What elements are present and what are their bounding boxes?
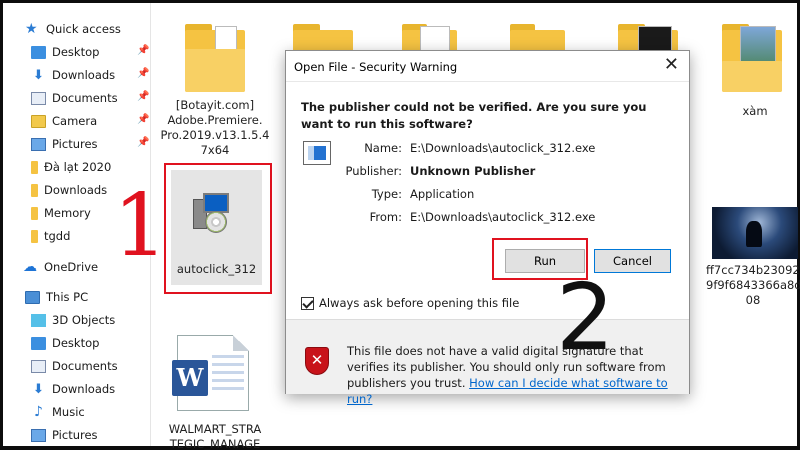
nav-label: OneDrive xyxy=(44,260,99,274)
pin-icon[interactable]: 📌 xyxy=(137,114,149,125)
download-icon: ⬇ xyxy=(33,381,44,397)
desktop-icon xyxy=(31,45,46,59)
field-label-from: From: xyxy=(369,210,402,224)
file-label-xam[interactable]: xàm xyxy=(720,104,790,119)
image-thumbnail[interactable] xyxy=(712,207,798,259)
nav-item-pictures[interactable]: Pictures xyxy=(31,133,98,155)
desktop-icon xyxy=(31,336,46,350)
folder-icon xyxy=(31,114,46,128)
shield-error-icon: ✕ xyxy=(305,347,329,375)
folder-icon[interactable] xyxy=(618,22,678,52)
folder-icon xyxy=(31,183,38,197)
pin-icon[interactable]: 📌 xyxy=(137,45,149,56)
nav-label: Documents xyxy=(52,359,118,373)
folder-icon[interactable] xyxy=(722,22,782,92)
nav-item-documents[interactable]: Documents xyxy=(31,87,118,109)
computer-icon xyxy=(25,290,40,304)
nav-label: Camera xyxy=(52,114,98,128)
step-number-2: 2 xyxy=(556,264,615,371)
nav-label: Downloads xyxy=(44,183,108,197)
pin-icon[interactable]: 📌 xyxy=(137,137,149,148)
word-icon[interactable]: W xyxy=(172,360,208,396)
file-label-premiere[interactable]: [Botayit.com] Adobe.Premiere. Pro.2019.v… xyxy=(160,98,270,158)
field-value-type: Application xyxy=(410,187,475,201)
star-icon: ★ xyxy=(25,20,38,37)
nav-item-downloads-2[interactable]: Downloads xyxy=(31,179,107,201)
nav-item-pc-desktop[interactable]: Desktop xyxy=(31,332,99,354)
nav-label: Documents xyxy=(52,91,118,105)
always-ask-checkbox-row[interactable]: Always ask before opening this file xyxy=(301,296,519,310)
field-value-name: E:\Downloads\autoclick_312.exe xyxy=(410,141,596,155)
folder-icon xyxy=(31,160,38,174)
documents-icon xyxy=(31,91,46,105)
nav-item-pc-downloads[interactable]: ⬇ Downloads xyxy=(31,378,115,400)
music-icon: ♪ xyxy=(34,403,43,420)
pictures-icon xyxy=(31,137,46,151)
document-lines xyxy=(212,355,244,395)
folder-icon[interactable] xyxy=(293,22,353,52)
security-warning-dialog: Open File - Security Warning ✕ The publi… xyxy=(285,50,690,406)
pictures-icon xyxy=(31,428,46,442)
nav-label: Downloads xyxy=(52,68,116,82)
checkbox-label[interactable]: Always ask before opening this file xyxy=(319,296,519,310)
highlight-box-step1 xyxy=(164,163,272,294)
nav-onedrive[interactable]: ☁ OneDrive xyxy=(23,256,98,278)
file-label-walmart[interactable]: WALMART_STRA TEGIC_MANAGE xyxy=(160,422,270,450)
close-icon[interactable]: ✕ xyxy=(664,56,679,74)
nav-item-memory[interactable]: Memory xyxy=(31,202,91,224)
download-icon: ⬇ xyxy=(33,67,44,83)
nav-label: Downloads xyxy=(52,382,116,396)
nav-label: Pictures xyxy=(52,137,98,151)
nav-item-desktop[interactable]: Desktop xyxy=(31,41,99,63)
nav-item-dalat[interactable]: Đà lạt 2020 xyxy=(31,156,111,178)
folder-icon[interactable] xyxy=(510,22,565,52)
nav-label: This PC xyxy=(46,290,89,304)
nav-item-music[interactable]: ♪ Music xyxy=(31,401,85,423)
nav-label: Music xyxy=(52,405,85,419)
nav-label: Quick access xyxy=(46,22,121,36)
nav-item-pc-pictures[interactable]: Pictures xyxy=(31,424,98,446)
warning-message: This file does not have a valid digital … xyxy=(347,343,685,407)
dialog-titlebar[interactable]: Open File - Security Warning ✕ xyxy=(286,51,689,82)
nav-this-pc[interactable]: This PC xyxy=(25,286,88,308)
nav-quick-access[interactable]: ★ Quick access xyxy=(25,18,121,40)
field-label-type: Type: xyxy=(371,187,402,201)
cloud-icon: ☁ xyxy=(23,258,37,275)
nav-item-downloads[interactable]: ⬇ Downloads xyxy=(31,64,115,86)
nav-label: Desktop xyxy=(52,45,100,59)
always-ask-checkbox[interactable] xyxy=(301,296,314,310)
step-number-1: 1 xyxy=(113,176,168,276)
file-label-image[interactable]: ff7cc734b23092b 9f9f6843366a8d7 08 xyxy=(706,263,800,308)
folder-icon xyxy=(31,206,38,220)
nav-label: 3D Objects xyxy=(52,313,116,327)
pin-icon[interactable]: 📌 xyxy=(137,91,149,102)
field-value-from: E:\Downloads\autoclick_312.exe xyxy=(410,210,596,224)
folder-icon[interactable] xyxy=(402,22,457,52)
nav-label: Đà lạt 2020 xyxy=(44,160,112,174)
frame-bottom xyxy=(0,446,800,450)
nav-label: Desktop xyxy=(52,336,100,350)
nav-label: Pictures xyxy=(52,428,98,442)
field-value-publisher: Unknown Publisher xyxy=(410,164,536,178)
field-label-publisher: Publisher: xyxy=(345,164,402,178)
folder-icon xyxy=(31,229,38,243)
dialog-title: Open File - Security Warning xyxy=(294,60,458,74)
dialog-question: The publisher could not be verified. Are… xyxy=(301,100,647,131)
nav-label: Memory xyxy=(44,206,91,220)
nav-label: tgdd xyxy=(44,229,71,243)
field-label-name: Name: xyxy=(364,141,402,155)
folder-icon[interactable] xyxy=(185,22,245,92)
documents-icon xyxy=(31,359,46,373)
cube-icon xyxy=(31,313,46,327)
nav-item-tgdd[interactable]: tgdd xyxy=(31,225,70,247)
nav-item-3d-objects[interactable]: 3D Objects xyxy=(31,309,115,331)
pin-icon[interactable]: 📌 xyxy=(137,68,149,79)
nav-item-pc-documents[interactable]: Documents xyxy=(31,355,118,377)
nav-item-camera[interactable]: Camera xyxy=(31,110,97,132)
